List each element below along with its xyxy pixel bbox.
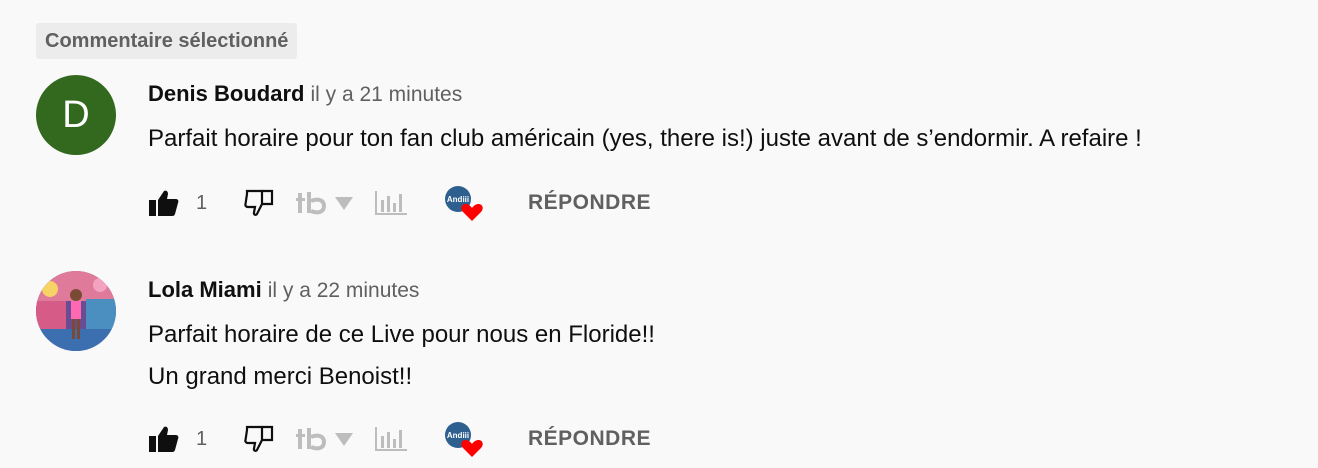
creator-heart[interactable]: Andiii: [442, 183, 486, 223]
tubebuddy-icon: [296, 192, 327, 215]
heart-icon: Andiii: [445, 422, 483, 457]
analytics-button[interactable]: [374, 183, 408, 223]
dropdown-triangle-icon: [335, 433, 353, 446]
like-count: 1: [196, 191, 208, 214]
tubebuddy-icon: [296, 428, 327, 451]
comment-actions: 1 Andiii RÉPONDRE: [148, 183, 708, 223]
reply-label: RÉPONDRE: [528, 191, 652, 214]
dropdown-triangle-icon: [335, 197, 353, 210]
author-name[interactable]: Lola Miami: [148, 277, 262, 302]
thumbs-up-icon: [149, 426, 179, 452]
comment-text: Parfait horaire de ce Live pour nous en …: [148, 314, 655, 398]
dislike-button[interactable]: [244, 183, 274, 223]
creator-heart[interactable]: Andiii: [442, 419, 486, 459]
tubebuddy-dropdown[interactable]: [334, 183, 354, 223]
thumbs-up-icon: [149, 190, 179, 216]
tubebuddy-button[interactable]: [296, 183, 328, 223]
like-button[interactable]: [148, 183, 180, 223]
like-button[interactable]: [148, 419, 180, 459]
reply-button[interactable]: RÉPONDRE: [528, 419, 651, 459]
reply-label: RÉPONDRE: [528, 427, 652, 450]
like-count: 1: [196, 427, 208, 450]
avatar[interactable]: D: [36, 75, 116, 155]
tubebuddy-dropdown[interactable]: [334, 419, 354, 459]
comment-text: Parfait horaire pour ton fan club améric…: [148, 118, 1142, 160]
analytics-bars-icon: [375, 191, 407, 215]
comment-line: Parfait horaire de ce Live pour nous en …: [148, 321, 655, 348]
comment-header: Denis Boudard il y a 21 minutes: [148, 81, 462, 107]
creator-avatar-text: Andiii: [447, 431, 469, 440]
comment-actions: 1 Andiii RÉPONDRE: [148, 419, 708, 459]
avatar[interactable]: [36, 271, 116, 351]
reply-button[interactable]: RÉPONDRE: [528, 183, 651, 223]
heart-icon: Andiii: [445, 186, 483, 221]
creator-avatar-text: Andiii: [447, 195, 469, 204]
analytics-button[interactable]: [374, 419, 408, 459]
comment-header: Lola Miami il y a 22 minutes: [148, 277, 419, 303]
thumbs-down-icon: [244, 425, 274, 452]
comment-timestamp[interactable]: il y a 21 minutes: [310, 83, 462, 106]
analytics-bars-icon: [375, 427, 407, 451]
comment-line: Un grand merci Benoist!!: [148, 363, 413, 390]
dislike-button[interactable]: [244, 419, 274, 459]
profile-photo: [36, 271, 116, 351]
tubebuddy-button[interactable]: [296, 419, 328, 459]
author-name[interactable]: Denis Boudard: [148, 81, 304, 106]
comment-line: Parfait horaire pour ton fan club améric…: [148, 125, 1142, 152]
comment-timestamp[interactable]: il y a 22 minutes: [268, 279, 420, 302]
selected-comment-badge: Commentaire sélectionné: [36, 23, 298, 59]
thumbs-down-icon: [244, 189, 274, 216]
